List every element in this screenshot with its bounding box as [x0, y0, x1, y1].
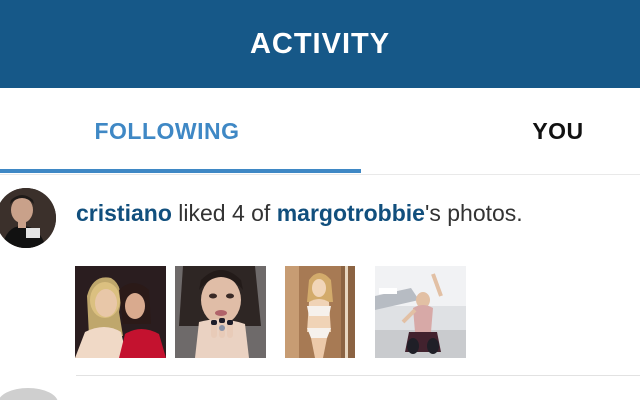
tab-you-label: YOU [532, 117, 584, 144]
activity-text: cristiano liked 4 of margotrobbie's phot… [76, 200, 640, 227]
active-tab-indicator [0, 169, 361, 173]
avatar[interactable] [0, 188, 56, 248]
photo-thumbnail[interactable] [285, 266, 376, 358]
activity-object: 's photos. [424, 200, 523, 226]
page-title: ACTIVITY [249, 27, 391, 60]
target-username-link[interactable]: margotrobbie [277, 200, 425, 226]
photo-thumbnail[interactable] [375, 266, 466, 358]
actor-username-link[interactable]: cristiano [76, 200, 172, 226]
header-bar: ACTIVITY [0, 0, 640, 88]
avatar[interactable] [0, 388, 58, 400]
tab-following[interactable]: FOLLOWING [0, 88, 334, 174]
activity-verb: liked 4 of [171, 200, 277, 226]
activity-screen: ACTIVITY FOLLOWING YOU cristiano liked 4… [0, 0, 640, 400]
tab-you[interactable]: YOU [458, 88, 640, 174]
tab-following-label: FOLLOWING [94, 117, 240, 144]
activity-item[interactable]: cristiano liked 4 of margotrobbie's phot… [0, 176, 640, 376]
row-divider [76, 375, 640, 376]
photo-thumbnail[interactable] [75, 266, 166, 358]
activity-tabs: FOLLOWING YOU [0, 88, 640, 175]
photo-thumbnail[interactable] [175, 266, 266, 358]
